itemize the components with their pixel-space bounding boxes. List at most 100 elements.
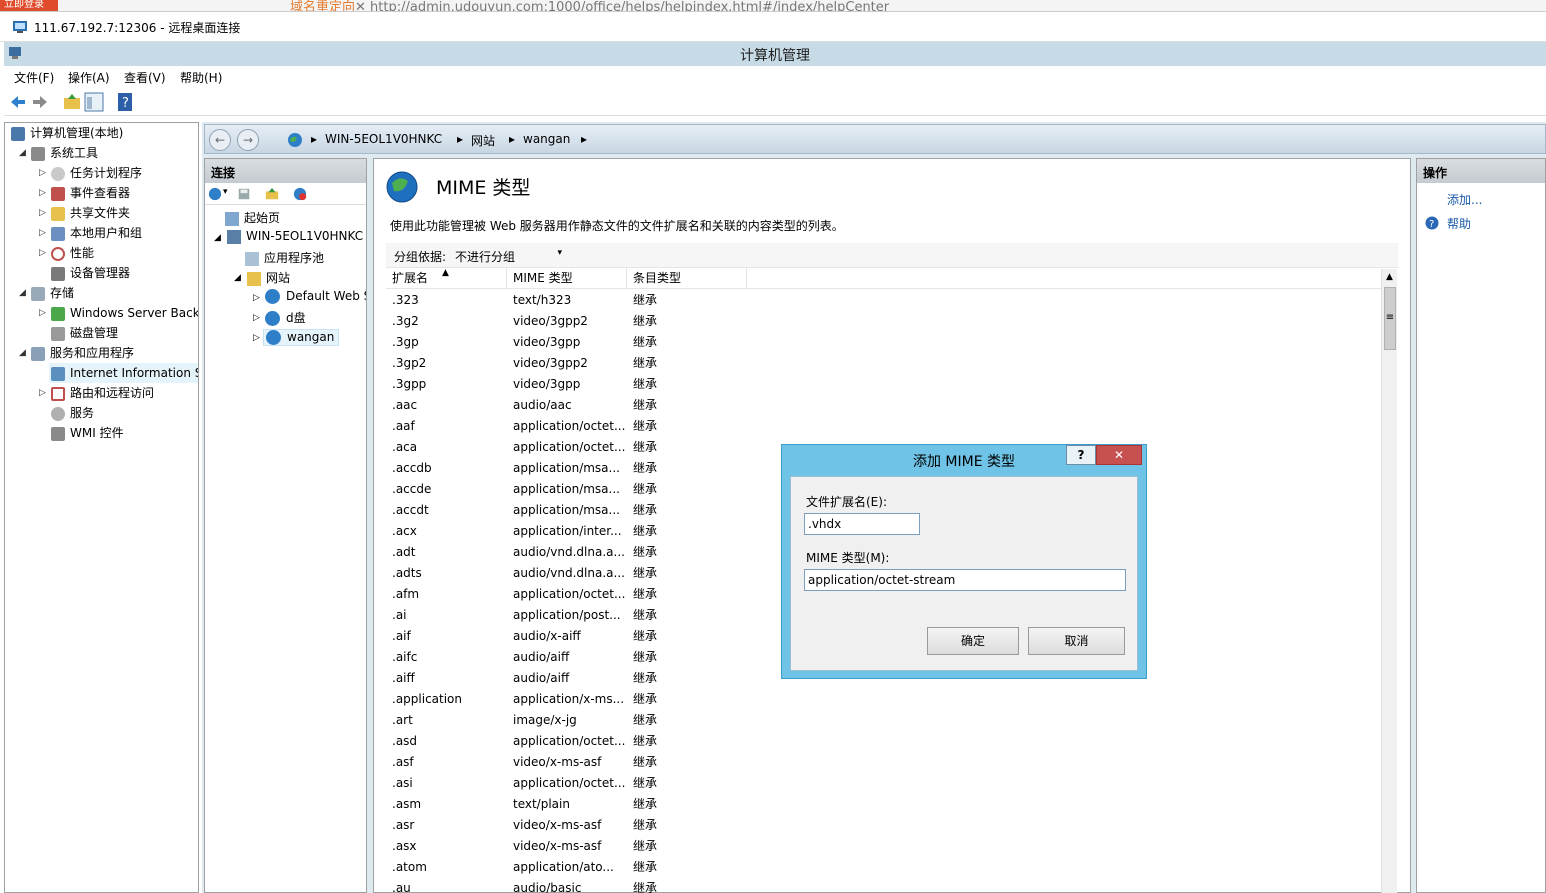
extension-input[interactable] [804, 513, 920, 535]
group-by-select[interactable]: 不进行分组 ▾ [452, 245, 566, 265]
table-row[interactable]: .3gp2 video/3gpp2 继承 [386, 353, 1381, 374]
table-row[interactable]: .application application/x-ms... 继承 [386, 689, 1381, 710]
conn-site-d[interactable]: d盘 [265, 309, 306, 326]
tree-routing[interactable]: 路由和远程访问 [51, 383, 154, 403]
tree-root[interactable]: 计算机管理(本地) [11, 123, 123, 143]
breadcrumb-server[interactable]: WIN-5EOL1V0HNKC [325, 132, 442, 146]
table-row[interactable]: .asi application/octet... 继承 [386, 773, 1381, 794]
save-icon[interactable] [237, 187, 251, 201]
expand-arrow-icon[interactable]: ▷ [39, 163, 46, 183]
table-row[interactable]: .atom application/ato... 继承 [386, 857, 1381, 878]
column-mime[interactable]: MIME 类型 [507, 268, 627, 289]
collapse-arrow-icon[interactable]: ◢ [214, 233, 221, 243]
expand-arrow-icon[interactable]: ▷ [39, 383, 46, 403]
collapse-arrow-icon[interactable]: ◢ [234, 273, 241, 283]
action-add-link[interactable]: 添加... [1447, 191, 1482, 208]
expand-arrow-icon[interactable]: ▷ [39, 223, 46, 243]
tree-services-apps[interactable]: 服务和应用程序 [31, 343, 134, 363]
table-row[interactable]: .3g2 video/3gpp2 继承 [386, 311, 1381, 332]
conn-sites[interactable]: 网站 [247, 269, 290, 286]
show-hide-tree-icon[interactable] [84, 92, 104, 112]
conn-app-pools[interactable]: 应用程序池 [245, 249, 324, 266]
column-extension[interactable]: 扩展名 ▲ [386, 268, 507, 289]
nav-back-button[interactable]: ← [209, 129, 231, 151]
cancel-button[interactable]: 取消 [1028, 627, 1125, 655]
tree-storage[interactable]: 存储 [31, 283, 74, 303]
collapse-arrow-icon[interactable]: ◢ [19, 283, 26, 303]
tree-device-manager[interactable]: 设备管理器 [51, 263, 130, 283]
help-icon[interactable]: ? [116, 92, 136, 112]
cell-mime: application/post... [513, 608, 621, 622]
up-folder-icon[interactable] [265, 187, 279, 201]
ok-button[interactable]: 确定 [927, 627, 1019, 655]
table-row[interactable]: .au audio/basic 继承 [386, 878, 1381, 893]
tree-iis[interactable]: Internet Information S [49, 363, 198, 383]
conn-site-wangan[interactable]: wangan [263, 329, 340, 346]
cell-entry: 继承 [633, 587, 658, 601]
expand-arrow-icon[interactable]: ▷ [39, 243, 46, 263]
cell-entry: 继承 [633, 482, 658, 496]
table-row[interactable]: .aaf application/octet... 继承 [386, 416, 1381, 437]
mime-type-input[interactable] [804, 569, 1126, 591]
column-entry[interactable]: 条目类型 [627, 268, 747, 289]
collapse-arrow-icon[interactable]: ◢ [19, 343, 26, 363]
table-row[interactable]: .asx video/x-ms-asf 继承 [386, 836, 1381, 857]
url-text[interactable]: http://admin.udouyun.com:1000/office/hel… [370, 0, 889, 11]
table-row[interactable]: .323 text/h323 继承 [386, 290, 1381, 311]
tree-performance[interactable]: 性能 [51, 243, 94, 263]
group-by-row: 分组依据: 不进行分组 ▾ [386, 243, 1398, 268]
list-scrollbar[interactable]: ▲ ≡ [1381, 269, 1397, 893]
dropdown-arrow-icon[interactable]: ▾ [223, 187, 228, 197]
cell-mime: text/h323 [513, 293, 572, 307]
connect-globe-icon[interactable] [208, 187, 222, 201]
expand-arrow-icon[interactable]: ▷ [39, 183, 46, 203]
table-row[interactable]: .aac audio/aac 继承 [386, 395, 1381, 416]
up-folder-icon[interactable] [62, 92, 82, 112]
tree-disk-management[interactable]: 磁盘管理 [51, 323, 118, 343]
menu-action[interactable]: 操作(A) [68, 69, 110, 86]
conn-server[interactable]: WIN-5EOL1V0HNKC [227, 229, 363, 244]
expand-arrow-icon[interactable]: ▷ [39, 203, 46, 223]
tree-system-tools[interactable]: 系统工具 [31, 143, 98, 163]
table-row[interactable]: .3gpp video/3gpp 继承 [386, 374, 1381, 395]
breadcrumb-sites[interactable]: 网站 [471, 132, 495, 149]
backup-icon [51, 306, 65, 321]
tree-wmi[interactable]: WMI 控件 [51, 423, 124, 443]
table-row[interactable]: .3gp video/3gpp 继承 [386, 332, 1381, 353]
expand-arrow-icon[interactable]: ▷ [253, 293, 260, 303]
scroll-up-icon[interactable]: ▲ [1382, 269, 1397, 285]
table-row[interactable]: .asm text/plain 继承 [386, 794, 1381, 815]
disconnect-icon[interactable] [293, 187, 307, 201]
action-help-link[interactable]: 帮助 [1447, 215, 1471, 232]
menu-file[interactable]: 文件(F) [14, 69, 54, 86]
dialog-close-button[interactable]: ✕ [1096, 445, 1142, 465]
conn-start-page[interactable]: 起始页 [225, 209, 280, 226]
menu-bar: 文件(F) 操作(A) 查看(V) 帮助(H) [4, 66, 1546, 88]
cell-ext: .acx [392, 524, 417, 538]
tree-event-viewer[interactable]: 事件查看器 [51, 183, 130, 203]
collapse-arrow-icon[interactable]: ◢ [19, 143, 26, 163]
tree-services[interactable]: 服务 [51, 403, 94, 423]
scroll-thumb[interactable]: ≡ [1384, 287, 1396, 350]
expand-arrow-icon[interactable]: ▷ [39, 303, 46, 323]
login-badge[interactable]: 立即登录 [0, 0, 58, 11]
conn-site-default[interactable]: Default Web S [265, 289, 366, 304]
menu-help[interactable]: 帮助(H) [180, 69, 222, 86]
table-row[interactable]: .art image/x-jg 继承 [386, 710, 1381, 731]
table-row[interactable]: .asd application/octet... 继承 [386, 731, 1381, 752]
forward-icon[interactable] [30, 92, 50, 112]
breadcrumb-site[interactable]: wangan [523, 132, 570, 146]
table-row[interactable]: .asr video/x-ms-asf 继承 [386, 815, 1381, 836]
nav-forward-button[interactable]: → [237, 129, 259, 151]
tree-windows-backup[interactable]: Windows Server Back [51, 303, 198, 323]
back-icon[interactable] [8, 92, 28, 112]
dialog-help-button[interactable]: ? [1066, 445, 1096, 465]
tree-task-scheduler[interactable]: 任务计划程序 [51, 163, 142, 183]
tree-shared-folders[interactable]: 共享文件夹 [51, 203, 130, 223]
cell-ext: .au [392, 881, 411, 893]
expand-arrow-icon[interactable]: ▷ [253, 333, 260, 343]
menu-view[interactable]: 查看(V) [124, 69, 166, 86]
tree-local-users[interactable]: 本地用户和组 [51, 223, 142, 243]
table-row[interactable]: .asf video/x-ms-asf 继承 [386, 752, 1381, 773]
expand-arrow-icon[interactable]: ▷ [253, 313, 260, 323]
